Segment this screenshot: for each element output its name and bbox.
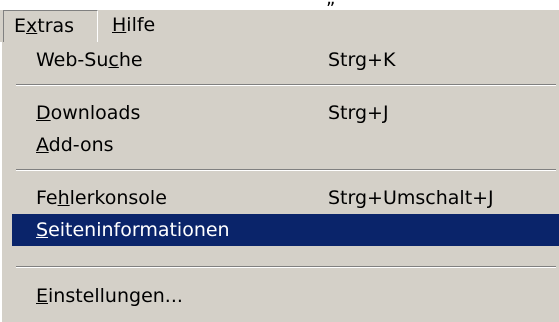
menu-hilfe[interactable]: Hilfe bbox=[102, 10, 165, 40]
label-post: lerkonsole bbox=[69, 187, 167, 209]
menu-item-web-suche[interactable]: Web-Suche Strg+K bbox=[12, 44, 559, 76]
menu-hilfe-label-post: ilfe bbox=[126, 14, 156, 36]
menu-separator bbox=[16, 266, 556, 268]
label-accelerator: A bbox=[36, 134, 49, 156]
menu-item-seiteninformationen[interactable]: Seiteninformationen bbox=[12, 214, 559, 246]
label-accelerator: S bbox=[36, 219, 49, 241]
menu-extras-label-pre: E bbox=[14, 15, 27, 37]
menu-item-label: Einstellungen... bbox=[36, 280, 183, 312]
label-post: instellungen... bbox=[48, 285, 183, 307]
label-post: he bbox=[118, 49, 143, 71]
label-post: dd-ons bbox=[48, 134, 114, 156]
menubar: Extras Hilfe bbox=[0, 10, 559, 42]
menu-item-label: Seiteninformationen bbox=[36, 214, 230, 246]
label-pre: Web-Su bbox=[36, 49, 109, 71]
menu-item-shortcut: Strg+Umschalt+J bbox=[328, 187, 494, 209]
menu-item-downloads[interactable]: Downloads Strg+J bbox=[12, 97, 559, 129]
menu-separator bbox=[16, 84, 556, 86]
top-strip: „ bbox=[0, 0, 559, 10]
menu-separator bbox=[16, 169, 556, 171]
menu-item-einstellungen[interactable]: Einstellungen... bbox=[12, 280, 559, 312]
extras-dropdown-menu: Web-Suche Strg+K Downloads Strg+J Add-on… bbox=[0, 42, 559, 322]
menu-item-add-ons[interactable]: Add-ons bbox=[12, 129, 559, 161]
menu-item-shortcut: Strg+K bbox=[328, 49, 396, 71]
label-post: eiteninformationen bbox=[48, 219, 230, 241]
menu-item-label: Add-ons bbox=[36, 129, 114, 161]
label-accelerator: c bbox=[108, 49, 119, 71]
label-pre: Fe bbox=[36, 187, 58, 209]
menu-item-fehlerkonsole[interactable]: Fehlerkonsole Strg+Umschalt+J bbox=[12, 182, 559, 214]
label-accelerator: h bbox=[57, 187, 70, 209]
menu-item-shortcut: Strg+J bbox=[328, 102, 389, 124]
menu-item-label: Downloads bbox=[36, 97, 140, 129]
label-post: ownloads bbox=[50, 102, 141, 124]
menu-item-label: Fehlerkonsole bbox=[36, 182, 167, 214]
label-accelerator: D bbox=[36, 102, 51, 124]
top-quote-glyph: „ bbox=[326, 0, 335, 9]
menu-extras-label-post: tras bbox=[37, 15, 75, 37]
label-accelerator: E bbox=[36, 285, 49, 307]
menu-hilfe-accelerator: H bbox=[112, 14, 127, 36]
menu-extras[interactable]: Extras bbox=[3, 10, 98, 42]
menu-extras-accelerator: x bbox=[26, 15, 38, 37]
menu-item-label: Web-Suche bbox=[36, 44, 143, 76]
